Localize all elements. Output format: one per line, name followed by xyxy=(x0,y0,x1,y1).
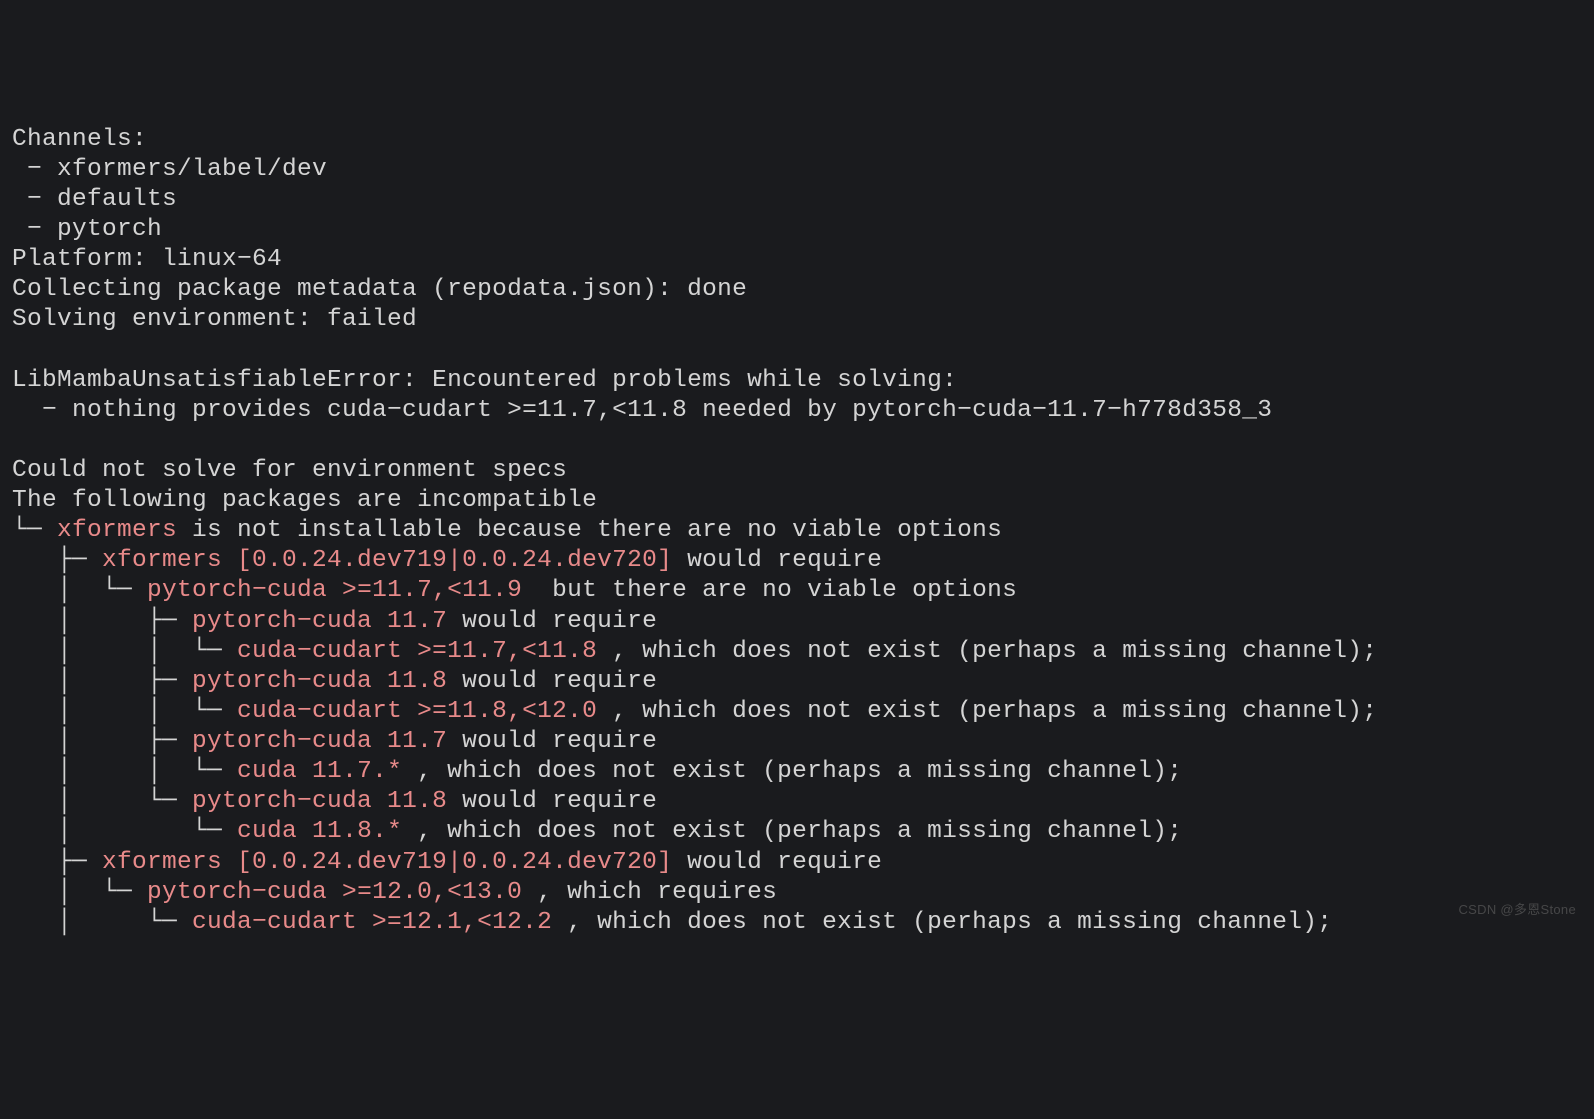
text-token: would require xyxy=(447,608,657,635)
text-token: − nothing provides cuda−cudart >=11.7,<1… xyxy=(12,397,1272,424)
text-token: │ ├─ xyxy=(12,668,192,695)
text-token: , which does not exist (perhaps a missin… xyxy=(417,818,1182,845)
text-token: │ │ └─ xyxy=(12,758,237,785)
terminal-line xyxy=(12,335,1582,365)
terminal-line: Platform: linux−64 xyxy=(12,245,1582,275)
terminal-line: The following packages are incompatible xyxy=(12,486,1582,516)
text-token: └─ xyxy=(12,517,57,544)
text-token: │ │ └─ xyxy=(12,698,237,725)
text-token: Solving environment: failed xyxy=(12,306,417,333)
terminal-line: Channels: xyxy=(12,125,1582,155)
text-token: − xformers/label/dev xyxy=(12,156,327,183)
terminal-line: − pytorch xyxy=(12,215,1582,245)
terminal-line: │ ├─ pytorch−cuda 11.7 would require xyxy=(12,727,1582,757)
terminal-line: LibMambaUnsatisfiableError: Encountered … xyxy=(12,366,1582,396)
text-token: ├─ xyxy=(12,849,102,876)
terminal-line: │ ├─ pytorch−cuda 11.7 would require xyxy=(12,607,1582,637)
package-token: cuda 11.7.* xyxy=(237,758,417,785)
text-token: Collecting package metadata (repodata.js… xyxy=(12,276,747,303)
text-token: , which does not exist (perhaps a missin… xyxy=(612,638,1377,665)
text-token: Could not solve for environment specs xyxy=(12,457,567,484)
package-token: pytorch−cuda >=11.7,<11.9 xyxy=(147,577,537,604)
package-token: pytorch−cuda 11.7 xyxy=(192,608,447,635)
text-token xyxy=(12,427,27,454)
text-token: ├─ xyxy=(12,547,102,574)
package-token: cuda−cudart >=11.8,<12.0 xyxy=(237,698,612,725)
package-token: pytorch−cuda >=12.0,<13.0 xyxy=(147,879,537,906)
terminal-output: Channels: − xformers/label/dev − default… xyxy=(12,125,1582,938)
terminal-line: │ ├─ pytorch−cuda 11.8 would require xyxy=(12,667,1582,697)
text-token: , which does not exist (perhaps a missin… xyxy=(417,758,1182,785)
terminal-line: ├─ xformers [0.0.24.dev719|0.0.24.dev720… xyxy=(12,848,1582,878)
package-token: cuda−cudart >=11.7,<11.8 xyxy=(237,638,612,665)
terminal-line: │ └─ pytorch−cuda >=12.0,<13.0 , which r… xyxy=(12,878,1582,908)
watermark-text: CSDN @多恩Stone xyxy=(1458,902,1576,918)
text-token: │ └─ xyxy=(12,879,147,906)
terminal-line: Could not solve for environment specs xyxy=(12,456,1582,486)
terminal-line: │ │ └─ cuda 11.7.* , which does not exis… xyxy=(12,757,1582,787)
package-token: pytorch−cuda 11.8 xyxy=(192,668,447,695)
text-token: │ │ └─ xyxy=(12,638,237,665)
text-token: Platform: linux−64 xyxy=(12,246,282,273)
text-token: │ └─ xyxy=(12,909,192,936)
text-token: would require xyxy=(447,788,657,815)
package-token: xformers xyxy=(57,517,177,544)
text-token: but there are no viable options xyxy=(537,577,1017,604)
text-token: │ └─ xyxy=(12,788,192,815)
text-token: − pytorch xyxy=(12,216,162,243)
text-token: , which does not exist (perhaps a missin… xyxy=(612,698,1377,725)
terminal-line: │ └─ cuda 11.8.* , which does not exist … xyxy=(12,817,1582,847)
terminal-line: │ └─ cuda−cudart >=12.1,<12.2 , which do… xyxy=(12,908,1582,938)
text-token: would require xyxy=(672,547,882,574)
text-token: − defaults xyxy=(12,186,177,213)
text-token: LibMambaUnsatisfiableError: Encountered … xyxy=(12,367,957,394)
terminal-line xyxy=(12,426,1582,456)
terminal-line: − nothing provides cuda−cudart >=11.7,<1… xyxy=(12,396,1582,426)
terminal-line: Solving environment: failed xyxy=(12,305,1582,335)
text-token: Channels: xyxy=(12,126,147,153)
terminal-line: − xformers/label/dev xyxy=(12,155,1582,185)
terminal-line: │ └─ pytorch−cuda 11.8 would require xyxy=(12,787,1582,817)
text-token: The following packages are incompatible xyxy=(12,487,597,514)
package-token: pytorch−cuda 11.7 xyxy=(192,728,447,755)
terminal-line: − defaults xyxy=(12,185,1582,215)
text-token: would require xyxy=(447,668,657,695)
text-token: , which requires xyxy=(537,879,777,906)
text-token: would require xyxy=(447,728,657,755)
text-token: │ ├─ xyxy=(12,608,192,635)
terminal-line: Collecting package metadata (repodata.js… xyxy=(12,275,1582,305)
text-token: is not installable because there are no … xyxy=(177,517,1002,544)
package-token: xformers [0.0.24.dev719|0.0.24.dev720] xyxy=(102,849,672,876)
terminal-line: └─ xformers is not installable because t… xyxy=(12,516,1582,546)
package-token: pytorch−cuda 11.8 xyxy=(192,788,447,815)
terminal-line: │ │ └─ cuda−cudart >=11.7,<11.8 , which … xyxy=(12,637,1582,667)
package-token: xformers [0.0.24.dev719|0.0.24.dev720] xyxy=(102,547,672,574)
package-token: cuda 11.8.* xyxy=(237,818,417,845)
text-token: │ ├─ xyxy=(12,728,192,755)
terminal-line: │ │ └─ cuda−cudart >=11.8,<12.0 , which … xyxy=(12,697,1582,727)
text-token: │ └─ xyxy=(12,818,237,845)
text-token xyxy=(12,336,27,363)
text-token: , which does not exist (perhaps a missin… xyxy=(567,909,1332,936)
package-token: cuda−cudart >=12.1,<12.2 xyxy=(192,909,567,936)
terminal-line: ├─ xformers [0.0.24.dev719|0.0.24.dev720… xyxy=(12,546,1582,576)
text-token: │ └─ xyxy=(12,577,147,604)
terminal-line: │ └─ pytorch−cuda >=11.7,<11.9 but there… xyxy=(12,576,1582,606)
text-token: would require xyxy=(672,849,882,876)
